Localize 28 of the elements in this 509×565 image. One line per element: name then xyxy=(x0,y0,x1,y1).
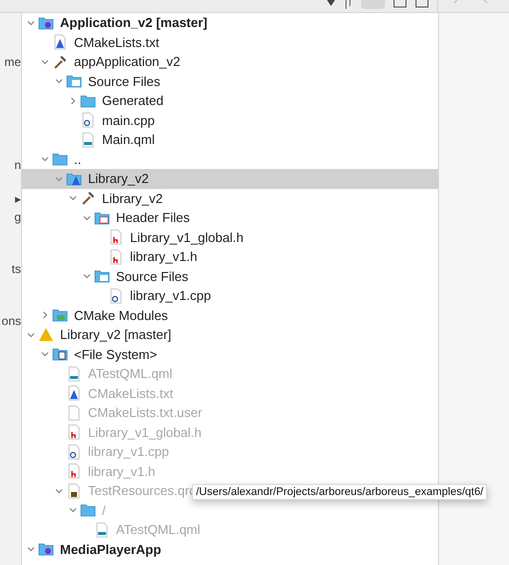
item-label: CMake Modules xyxy=(74,308,168,323)
item-label: library_v1.h xyxy=(88,464,156,479)
item-label: main.cpp xyxy=(102,112,155,128)
item-label: ATestQML.qml xyxy=(88,366,172,382)
item-label: <File System> xyxy=(74,346,158,362)
item-label: library_v1.h xyxy=(130,249,198,264)
item-label: / xyxy=(102,502,106,518)
item-label: MediaPlayerApp xyxy=(60,542,162,557)
item-label: CMakeLists.txt.user xyxy=(88,405,202,420)
item-label: Main.qml xyxy=(102,132,155,148)
item-label: Source Files xyxy=(116,268,188,284)
item-label: Library_v2 xyxy=(102,190,163,206)
item-label: appApplication_v2 xyxy=(74,54,180,70)
item-label: ATestQML.qml xyxy=(116,522,200,538)
item-label: Library_v2 xyxy=(88,171,149,186)
item-label: TestResources.qrc xyxy=(88,483,196,498)
item-label: Source Files xyxy=(88,74,160,89)
item-label: Library_v1_global.h xyxy=(88,424,202,440)
item-label: Generated xyxy=(102,93,164,108)
item-label: .. xyxy=(74,152,82,167)
item-label: Library_v1_global.h xyxy=(130,230,244,245)
item-label: CMakeLists.txt xyxy=(74,34,160,50)
item-label: Library_v2 [master] xyxy=(60,327,172,342)
item-label: CMakeLists.txt xyxy=(88,386,174,401)
item-label: library_v1.cpp xyxy=(88,444,169,460)
item-label: Header Files xyxy=(116,210,190,226)
item-label: library_v1.cpp xyxy=(130,288,211,304)
item-label: Application_v2 [master] xyxy=(60,15,208,30)
